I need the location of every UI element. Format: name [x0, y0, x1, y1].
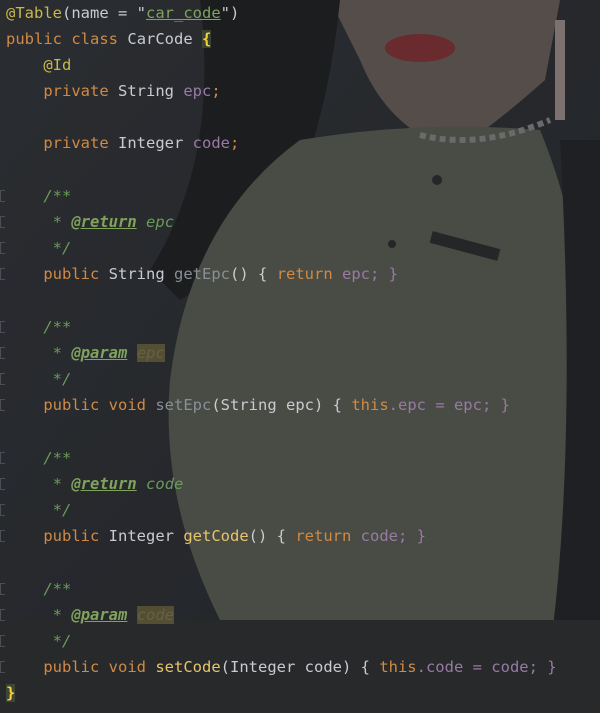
- field-name: code: [192, 134, 230, 152]
- method-getCode-line: public Integer getCode() { return code; …: [43, 527, 426, 545]
- fold-marker[interactable]: [0, 583, 5, 595]
- javadoc-open: /**: [43, 318, 72, 336]
- javadoc-open: /**: [43, 580, 72, 598]
- field-epc-line: private String epc;: [43, 82, 221, 100]
- method-name: getEpc: [174, 265, 231, 283]
- fold-marker[interactable]: [0, 321, 5, 333]
- table-args-close: "): [220, 4, 240, 22]
- class-close-brace: }: [6, 684, 16, 702]
- doc-name: code: [136, 606, 175, 624]
- method-name: setEpc: [155, 396, 212, 414]
- doc-name: epc: [136, 344, 165, 362]
- field-modifier: private: [43, 82, 109, 100]
- table-annotation-line: @Table(name = "car_code"): [6, 0, 239, 26]
- fold-marker[interactable]: [0, 399, 5, 411]
- javadoc-param-line: * @param code: [52, 606, 175, 624]
- fold-marker[interactable]: [0, 452, 5, 464]
- field-type: Integer: [118, 134, 184, 152]
- fold-marker[interactable]: [0, 242, 5, 254]
- doc-name: epc: [146, 213, 175, 231]
- field-modifier: private: [43, 134, 109, 152]
- javadoc-open: /**: [43, 449, 72, 467]
- javadoc-param-line: * @param epc: [52, 344, 165, 362]
- javadoc-close: */: [52, 370, 72, 388]
- field-type: String: [118, 82, 174, 100]
- fold-marker[interactable]: [0, 609, 5, 621]
- return-tag: @return: [71, 475, 137, 493]
- id-annotation-line: @Id: [6, 52, 71, 78]
- method-name: setCode: [155, 658, 221, 676]
- method-name: getCode: [183, 527, 249, 545]
- doc-name: code: [146, 475, 184, 493]
- fold-marker[interactable]: [0, 504, 5, 516]
- kw-class: class: [71, 30, 119, 48]
- javadoc-return-line: * @return epc: [52, 213, 175, 231]
- class-name: CarCode: [127, 30, 193, 48]
- fold-marker[interactable]: [0, 216, 5, 228]
- table-args-open: (name = ": [62, 4, 146, 22]
- class-closing-brace-line: }: [6, 680, 16, 706]
- fold-marker[interactable]: [0, 661, 5, 673]
- kw-public: public: [6, 30, 62, 48]
- return-tag: @return: [71, 213, 137, 231]
- field-name: epc: [183, 82, 212, 100]
- class-declaration-line: public class CarCode {: [6, 26, 212, 52]
- param-tag: @param: [71, 606, 128, 624]
- method-getEpc-line: public String getEpc() { return epc; }: [43, 265, 399, 283]
- field-code-line: private Integer code;: [43, 134, 240, 152]
- table-name-string: car_code: [146, 4, 221, 22]
- javadoc-close: */: [52, 239, 72, 257]
- fold-marker[interactable]: [0, 268, 5, 280]
- fold-marker[interactable]: [0, 373, 5, 385]
- table-annotation: @Table: [6, 4, 62, 22]
- param-tag: @param: [71, 344, 128, 362]
- javadoc-return-line: * @return code: [52, 475, 184, 493]
- javadoc-close: */: [52, 632, 72, 650]
- method-setEpc-line: public void setEpc(String epc) { this.ep…: [43, 396, 510, 414]
- fold-marker[interactable]: [0, 190, 5, 202]
- fold-marker[interactable]: [0, 347, 5, 359]
- method-setCode-line: public void setCode(Integer code) { this…: [43, 658, 557, 676]
- code-editor[interactable]: @Table(name = "car_code") public class C…: [0, 0, 600, 713]
- javadoc-close: */: [52, 501, 72, 519]
- id-annotation: @Id: [43, 56, 72, 74]
- fold-marker[interactable]: [0, 478, 5, 490]
- fold-marker[interactable]: [0, 530, 5, 542]
- class-open-brace: {: [202, 30, 212, 48]
- fold-marker[interactable]: [0, 635, 5, 647]
- javadoc-open: /**: [43, 187, 72, 205]
